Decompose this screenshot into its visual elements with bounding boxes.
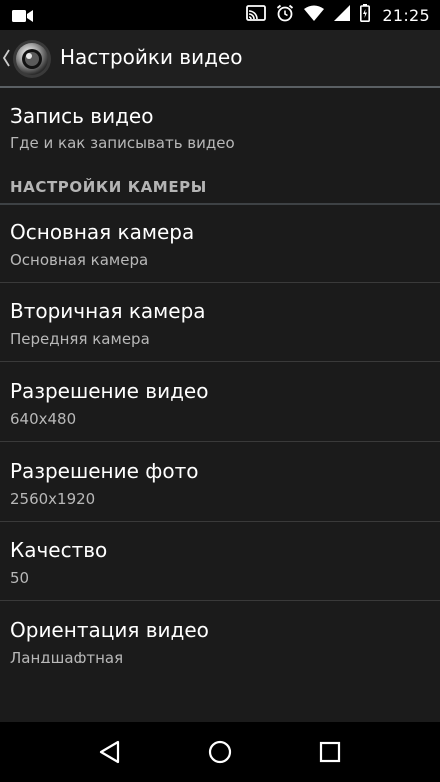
pref-item-record-video[interactable]: Запись видео Где и как записывать видео xyxy=(0,88,440,171)
video-camera-icon xyxy=(12,8,34,27)
status-time: 21:25 xyxy=(382,5,430,25)
preferences-list: Запись видео Где и как записывать видео … xyxy=(0,88,440,722)
pref-title: Вторичная камера xyxy=(10,299,206,323)
back-icon[interactable] xyxy=(96,738,124,766)
pref-item-main-camera[interactable]: Основная камера Основная камера xyxy=(0,205,440,283)
battery-icon xyxy=(360,4,371,26)
action-bar: Настройки видео xyxy=(0,30,440,88)
pref-item-secondary-camera[interactable]: Вторичная камера Передняя камера xyxy=(0,284,440,362)
wifi-icon xyxy=(304,5,325,25)
pref-title: Ориентация видео xyxy=(10,618,209,642)
pref-item-video-orientation[interactable]: Ориентация видео Ландшафтная xyxy=(0,603,440,663)
pref-title: Запись видео xyxy=(10,104,154,128)
app-logo-icon[interactable] xyxy=(12,39,52,79)
category-label: НАСТРОЙКИ КАМЕРЫ xyxy=(10,178,207,196)
pref-item-video-resolution[interactable]: Разрешение видео 640x480 xyxy=(0,364,440,442)
pref-title: Качество xyxy=(10,538,108,562)
pref-summary: 640x480 xyxy=(10,410,77,428)
pref-summary: 50 xyxy=(10,569,30,587)
pref-item-quality[interactable]: Качество 50 xyxy=(0,523,440,601)
pref-summary: Основная камера xyxy=(10,251,149,269)
pref-summary: Ландшафтная xyxy=(10,649,124,663)
pref-summary: 2560x1920 xyxy=(10,490,96,508)
pref-title: Разрешение фото xyxy=(10,459,199,483)
page-title: Настройки видео xyxy=(60,45,243,69)
cast-icon xyxy=(246,5,267,25)
pref-title: Основная камера xyxy=(10,220,195,244)
home-icon[interactable] xyxy=(206,738,234,766)
recents-icon[interactable] xyxy=(316,738,344,766)
pref-summary: Где и как записывать видео xyxy=(10,134,235,152)
navigation-bar xyxy=(0,722,440,782)
alarm-icon xyxy=(276,4,294,26)
up-chevron-icon[interactable] xyxy=(2,48,10,72)
signal-icon xyxy=(334,5,351,25)
pref-item-photo-resolution[interactable]: Разрешение фото 2560x1920 xyxy=(0,444,440,522)
pref-summary: Передняя камера xyxy=(10,330,150,348)
status-bar: 21:25 xyxy=(0,0,440,30)
category-camera-settings: НАСТРОЙКИ КАМЕРЫ xyxy=(0,171,440,205)
pref-title: Разрешение видео xyxy=(10,379,209,403)
